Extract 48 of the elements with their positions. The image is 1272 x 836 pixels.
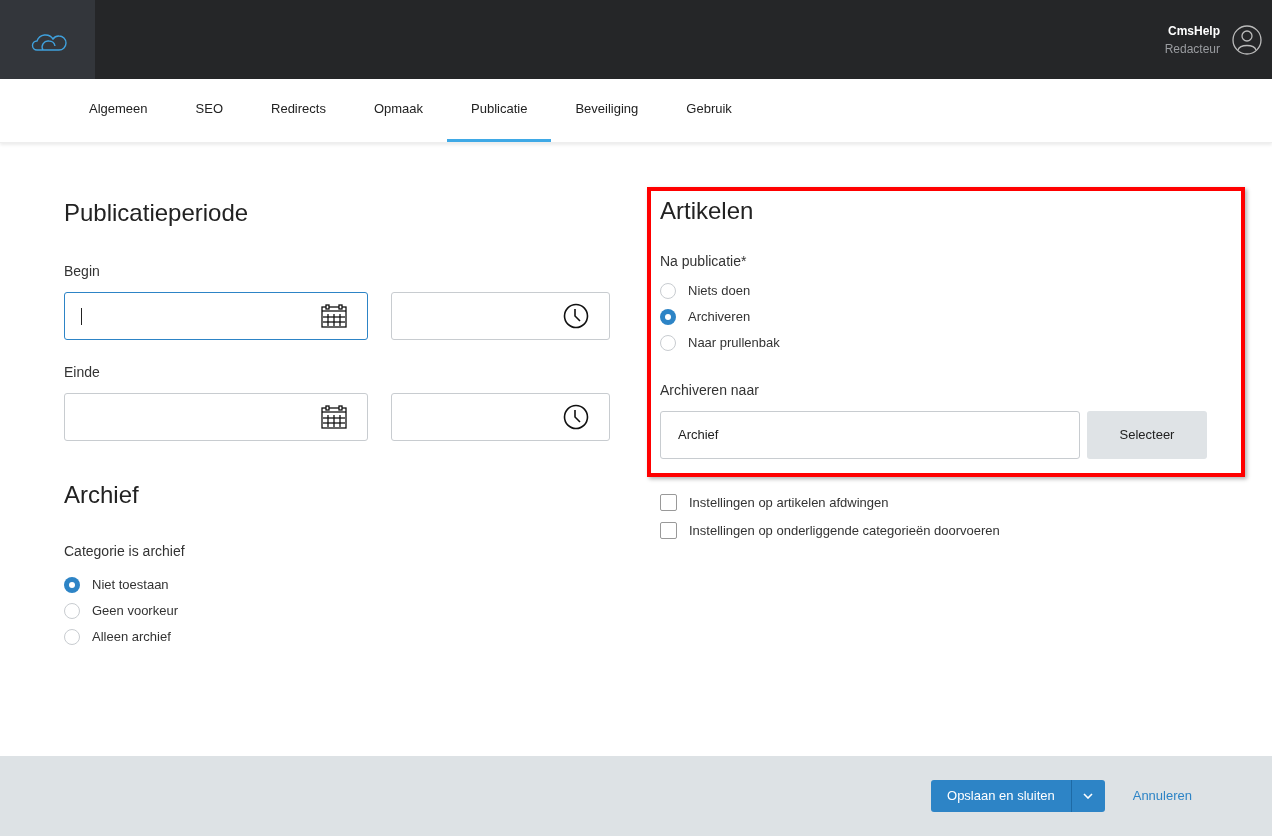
checkbox-label: Instellingen op onderliggende categorieën doorvoeren xyxy=(689,521,1000,540)
field-label: Begin xyxy=(64,262,101,281)
tab[interactable]: Opmaak xyxy=(349,79,448,142)
field-label: Archiveren naar xyxy=(660,381,760,400)
radio-button[interactable] xyxy=(64,577,80,593)
user-name: CmsHelp xyxy=(1168,22,1220,40)
field-label: Einde xyxy=(64,363,101,382)
radio-button[interactable] xyxy=(660,309,676,325)
archive-target-field[interactable]: Archief xyxy=(660,411,1080,459)
calendar-icon[interactable] xyxy=(321,405,347,429)
select-button[interactable]: Selecteer xyxy=(1087,411,1207,459)
group-label: Na publicatie* xyxy=(660,252,748,271)
calendar-icon[interactable] xyxy=(321,304,347,328)
save-button[interactable]: Opslaan en sluiten xyxy=(931,780,1072,812)
text-cursor xyxy=(81,307,82,325)
radio-label: Niets doen xyxy=(688,282,751,301)
tab[interactable]: Publicatie xyxy=(447,79,552,142)
radio-button[interactable] xyxy=(64,629,80,645)
tab[interactable]: Algemeen xyxy=(65,79,172,142)
radio-button[interactable] xyxy=(660,335,676,351)
clock-icon[interactable] xyxy=(563,404,589,430)
radio-label: Naar prullenbak xyxy=(688,334,780,353)
group-label: Categorie is archief xyxy=(64,542,186,561)
section-title: Archief xyxy=(64,480,140,510)
section-title: Publicatieperiode xyxy=(64,198,250,228)
tab[interactable]: SEO xyxy=(171,79,247,142)
tab[interactable]: Redirects xyxy=(247,79,350,142)
chevron-down-icon xyxy=(1083,793,1094,799)
radio-label: Niet toestaan xyxy=(92,576,169,595)
tab[interactable]: Beveiliging xyxy=(551,79,663,142)
logo-tile[interactable] xyxy=(0,0,95,79)
date-field[interactable] xyxy=(64,292,368,340)
radio-button[interactable] xyxy=(660,283,676,299)
checkbox-label: Instellingen op artikelen afdwingen xyxy=(689,494,889,512)
checkbox[interactable] xyxy=(660,521,677,539)
user-role: Redacteur xyxy=(1164,40,1220,58)
date-field[interactable] xyxy=(64,393,368,441)
clock-icon[interactable] xyxy=(563,303,589,329)
checkbox[interactable] xyxy=(660,494,677,512)
time-field[interactable] xyxy=(391,393,610,441)
radio-label: Geen voorkeur xyxy=(92,602,178,621)
tab[interactable]: Gebruik xyxy=(662,79,756,142)
user-avatar-icon[interactable] xyxy=(1232,24,1262,55)
radio-button[interactable] xyxy=(64,603,80,619)
time-field[interactable] xyxy=(391,292,610,340)
radio-label: Archiveren xyxy=(688,308,751,327)
section-title: Artikelen xyxy=(660,196,755,226)
radio-label: Alleen archief xyxy=(92,628,171,647)
